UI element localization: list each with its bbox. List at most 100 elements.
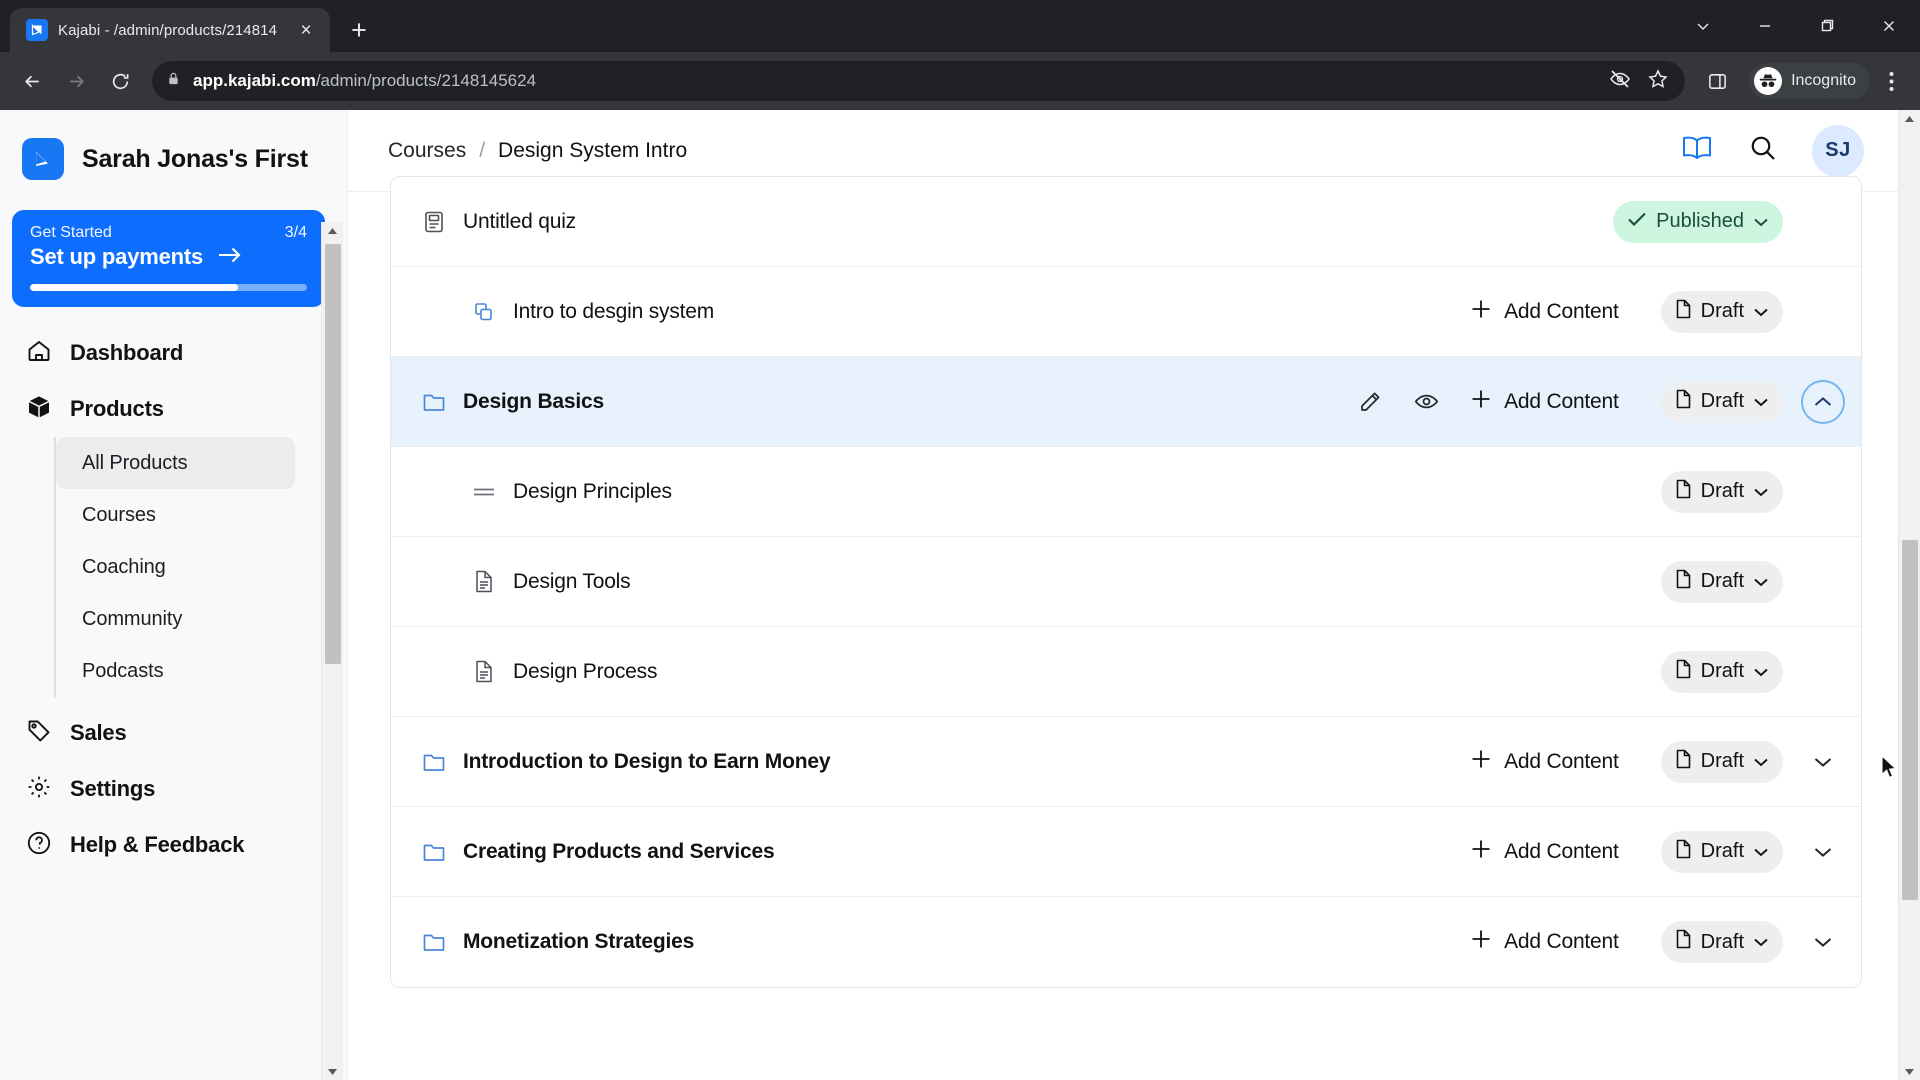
maximize-icon[interactable]: [1796, 0, 1858, 52]
table-row[interactable]: Design Principles Draft: [391, 447, 1861, 537]
page-scrollbar[interactable]: [1898, 110, 1920, 1080]
search-icon[interactable]: [1748, 133, 1778, 168]
tab-title: Kajabi - /admin/products/214814: [58, 21, 278, 39]
row-title: Design Principles: [513, 479, 672, 503]
table-row[interactable]: Introduction to Design to Earn Money Add…: [391, 717, 1861, 807]
plus-icon: [1470, 298, 1492, 326]
status-badge[interactable]: Draft: [1660, 830, 1783, 873]
breadcrumb-parent[interactable]: Courses: [388, 139, 466, 163]
tab-strip: Kajabi - /admin/products/214814 × +: [0, 0, 1920, 52]
tab-close-icon[interactable]: ×: [294, 18, 318, 42]
tab-search-chevron-icon[interactable]: [1672, 0, 1734, 52]
get-started-card[interactable]: Get Started 3/4 Set up payments: [12, 210, 325, 307]
sidebar-scrollbar-thumb[interactable]: [325, 244, 341, 664]
chrome-menu-icon[interactable]: [1874, 61, 1908, 101]
table-row[interactable]: Untitled quiz Published: [391, 177, 1861, 267]
browser-tab[interactable]: Kajabi - /admin/products/214814 ×: [10, 8, 330, 52]
edit-pencil-icon[interactable]: [1356, 388, 1384, 416]
side-panel-icon[interactable]: [1697, 61, 1737, 101]
scroll-up-icon[interactable]: [322, 222, 343, 240]
bookmark-star-icon[interactable]: [1647, 68, 1669, 95]
table-row[interactable]: Design Process Draft: [391, 627, 1861, 717]
sidebar-subitem-label: Community: [82, 607, 183, 630]
get-started-count: 3/4: [284, 224, 307, 241]
status-badge[interactable]: Draft: [1660, 290, 1783, 333]
document-icon: [471, 570, 497, 593]
sidebar-subitem-label: Courses: [82, 503, 156, 526]
add-content-button[interactable]: Add Content: [1470, 388, 1619, 416]
sidebar-item-podcasts[interactable]: Podcasts: [56, 645, 295, 697]
row-collapse-chevron-up[interactable]: [1801, 379, 1845, 424]
table-row[interactable]: Design Basics Add Content Draft: [391, 357, 1861, 447]
status-badge[interactable]: Draft: [1660, 470, 1783, 513]
folder-icon: [421, 841, 447, 863]
add-content-button[interactable]: Add Content: [1470, 928, 1619, 956]
row-expand-chevron[interactable]: [1801, 830, 1845, 874]
status-badge[interactable]: Draft: [1660, 740, 1783, 783]
sidebar-scrollbar[interactable]: [321, 222, 343, 1080]
products-submenu: All Products Courses Coaching Community …: [54, 437, 347, 697]
status-badge[interactable]: Draft: [1660, 650, 1783, 693]
page-scrollbar-thumb[interactable]: [1902, 540, 1918, 900]
table-row[interactable]: Intro to desgin system Add Content Draft: [391, 267, 1861, 357]
row-collapse-chevron: [1801, 290, 1845, 334]
incognito-label: Incognito: [1791, 72, 1856, 89]
status-badge[interactable]: Published: [1613, 200, 1783, 243]
scroll-up-icon[interactable]: [1899, 110, 1920, 128]
sidebar-item-courses[interactable]: Courses: [56, 489, 295, 541]
chevron-down-icon: [1753, 397, 1769, 407]
brand-header[interactable]: Sarah Jonas's First: [0, 110, 347, 180]
status-badge[interactable]: Draft: [1660, 380, 1783, 423]
sidebar-item-settings[interactable]: Settings: [10, 761, 307, 817]
close-window-icon[interactable]: [1858, 0, 1920, 52]
scroll-down-icon[interactable]: [1899, 1062, 1920, 1080]
status-label: Draft: [1700, 300, 1744, 322]
row-collapse-chevron[interactable]: [1801, 200, 1845, 244]
row-title: Creating Products and Services: [463, 839, 775, 863]
forward-icon[interactable]: [56, 61, 96, 101]
row-expand-chevron[interactable]: [1801, 920, 1845, 964]
avatar[interactable]: SJ: [1812, 124, 1864, 177]
table-row[interactable]: Creating Products and Services Add Conte…: [391, 807, 1861, 897]
row-expand-chevron[interactable]: [1801, 740, 1845, 784]
sidebar-item-label: Dashboard: [70, 340, 184, 365]
question-circle-icon: [26, 830, 52, 861]
row-tools: [1356, 388, 1440, 416]
sidebar-item-help-feedback[interactable]: Help & Feedback: [10, 817, 307, 873]
scroll-down-icon[interactable]: [322, 1062, 343, 1080]
drag-handle-icon[interactable]: [471, 485, 497, 499]
sidebar-item-all-products[interactable]: All Products: [56, 437, 295, 489]
sidebar-item-community[interactable]: Community: [56, 593, 295, 645]
folder-icon: [421, 751, 447, 773]
breadcrumb: Courses / Design System Intro: [388, 139, 687, 163]
minimize-icon[interactable]: [1734, 0, 1796, 52]
row-title: Untitled quiz: [463, 209, 576, 233]
topbar-actions: SJ: [1680, 124, 1864, 177]
status-badge[interactable]: Draft: [1660, 560, 1783, 603]
no-tracking-icon[interactable]: [1609, 68, 1631, 95]
reload-icon[interactable]: [100, 61, 140, 101]
new-tab-button[interactable]: +: [342, 13, 376, 47]
add-content-button[interactable]: Add Content: [1470, 748, 1619, 776]
table-row[interactable]: Monetization Strategies Add Content Draf…: [391, 897, 1861, 987]
add-content-label: Add Content: [1504, 299, 1619, 323]
sidebar-item-dashboard[interactable]: Dashboard: [10, 325, 307, 381]
kajabi-logo-icon: [26, 19, 48, 41]
sidebar-item-products[interactable]: Products: [10, 381, 307, 437]
address-bar[interactable]: app.kajabi.com/admin/products/2148145624: [152, 61, 1686, 101]
sidebar-item-sales[interactable]: Sales: [10, 705, 307, 761]
plus-icon: [1470, 928, 1492, 956]
quiz-icon: [421, 210, 447, 234]
status-badge[interactable]: Draft: [1660, 921, 1783, 963]
add-content-button[interactable]: Add Content: [1470, 838, 1619, 866]
row-collapse-chevron: [1801, 560, 1845, 604]
table-row[interactable]: Design Tools Draft: [391, 537, 1861, 627]
book-icon[interactable]: [1680, 133, 1714, 168]
get-started-progress: [30, 284, 307, 291]
back-icon[interactable]: [12, 61, 52, 101]
incognito-profile-button[interactable]: Incognito: [1749, 63, 1870, 99]
sidebar-item-coaching[interactable]: Coaching: [56, 541, 295, 593]
add-content-button[interactable]: Add Content: [1470, 298, 1619, 326]
chevron-down-icon: [1753, 217, 1769, 227]
preview-eye-icon[interactable]: [1412, 388, 1440, 416]
